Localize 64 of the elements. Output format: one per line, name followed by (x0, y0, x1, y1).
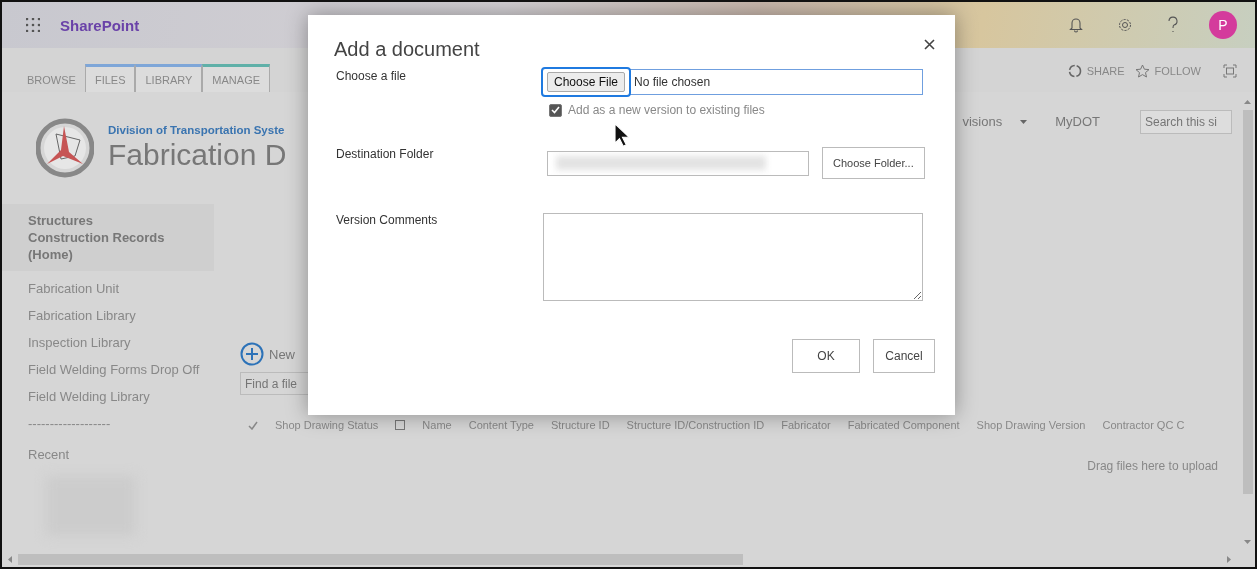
app-name[interactable]: SharePoint (60, 16, 140, 34)
settings-icon[interactable] (1117, 17, 1133, 33)
choose-file-button[interactable]: Choose File (547, 72, 626, 92)
drop-hint: Drag files here to upload (1087, 459, 1218, 473)
column-header[interactable]: Contractor QC C (1102, 419, 1185, 431)
bell-icon[interactable] (1069, 17, 1083, 33)
document-icon (395, 420, 406, 430)
column-header[interactable]: Content Type (468, 419, 534, 431)
top-nav-link[interactable]: MyDOT (1055, 114, 1100, 129)
column-header[interactable]: Name (422, 419, 452, 431)
dialog-title: Add a document (334, 38, 480, 61)
nav-link[interactable]: ------------------- (2, 410, 214, 437)
scroll-thumb[interactable] (18, 554, 743, 565)
new-button[interactable]: New (240, 342, 295, 366)
scroll-thumb[interactable] (1242, 110, 1253, 494)
column-header[interactable]: Structure ID (550, 419, 610, 431)
column-header[interactable]: Shop Drawing Version (976, 419, 1086, 431)
column-header[interactable]: Shop Drawing Status (275, 419, 379, 431)
focus-mode-icon[interactable] (1223, 64, 1237, 78)
share-link[interactable]: SHARE (1086, 65, 1125, 77)
nav-link[interactable]: Fabrication Unit (2, 275, 214, 302)
star-icon (1134, 64, 1150, 78)
field-label: Destination Folder (335, 147, 435, 163)
close-icon[interactable] (924, 39, 935, 50)
checkbox-label: Add as a new version to existing files (568, 103, 765, 117)
app-launcher-icon[interactable] (26, 18, 40, 32)
user-avatar[interactable]: P (1209, 11, 1237, 39)
site-subtitle[interactable]: Division of Transportation Syste (108, 124, 287, 136)
nav-link[interactable]: Fabrication Library (2, 302, 214, 329)
caret-icon (1020, 119, 1028, 124)
file-input[interactable]: Choose File No file chosen (543, 69, 923, 95)
ribbon-tab[interactable]: MANAGE (202, 64, 271, 92)
follow-link[interactable]: FOLLOW (1154, 65, 1201, 77)
nav-link[interactable]: Field Welding Forms Drop Off (2, 356, 214, 383)
site-title: Fabrication D (108, 138, 287, 172)
version-comments-field[interactable] (543, 213, 923, 301)
mouse-pointer-icon (614, 123, 631, 147)
ribbon-tab[interactable]: BROWSE (18, 64, 85, 92)
help-icon[interactable] (1167, 16, 1179, 34)
checkbox[interactable] (549, 103, 562, 117)
site-search-field[interactable]: Search this si (1140, 110, 1232, 134)
scroll-right-icon[interactable] (1227, 556, 1231, 563)
dialog-button[interactable]: OK (792, 339, 860, 373)
nav-link[interactable]: Inspection Library (2, 329, 214, 356)
checkmark-icon (248, 420, 258, 430)
ribbon-tab[interactable]: FILES (84, 64, 136, 92)
column-header[interactable]: Structure ID/Construction ID (626, 419, 765, 431)
scroll-down-icon[interactable] (1244, 540, 1251, 544)
column-header[interactable]: Fabricator (781, 419, 831, 431)
field-label: Version Comments (335, 213, 439, 229)
plus-circle-icon (240, 342, 264, 366)
column-header[interactable]: Fabricated Component (847, 419, 960, 431)
field-label: Choose a file (335, 69, 408, 85)
nav-link[interactable]: Structures Construction Records (Home) (2, 204, 214, 271)
recent-heading: Recent (27, 446, 71, 462)
scroll-up-icon[interactable] (1244, 100, 1251, 104)
file-status: No file chosen (634, 75, 711, 89)
choose-folder-button[interactable]: Choose Folder... (822, 147, 925, 179)
top-nav-link[interactable]: visions (962, 114, 1028, 129)
destination-folder-field[interactable] (547, 150, 809, 176)
scroll-left-icon[interactable] (8, 556, 12, 563)
ribbon-tab[interactable]: LIBRARY (135, 64, 203, 92)
nav-link[interactable]: Field Welding Library (2, 383, 214, 410)
dialog-button[interactable]: Cancel (873, 339, 935, 373)
